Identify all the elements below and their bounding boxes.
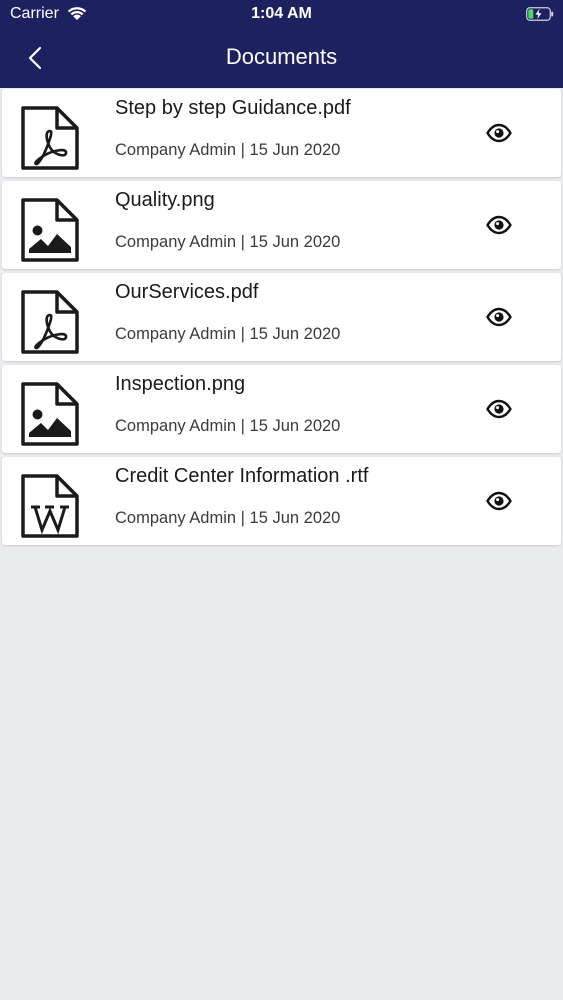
pdf-file-icon — [20, 105, 80, 171]
navigation-bar: Documents — [0, 30, 563, 88]
eye-icon[interactable] — [486, 398, 512, 420]
document-meta: Company Admin | 15 Jun 2020 — [115, 141, 341, 159]
document-name: Quality.png — [115, 189, 215, 211]
status-bar: Carrier 1:04 AM — [0, 0, 563, 30]
document-row[interactable]: OurServices.pdf Company Admin | 15 Jun 2… — [2, 273, 561, 361]
image-file-icon — [20, 381, 80, 447]
document-meta: Company Admin | 15 Jun 2020 — [115, 233, 341, 251]
document-meta: Company Admin | 15 Jun 2020 — [115, 325, 341, 343]
image-file-icon — [20, 197, 80, 263]
document-row[interactable]: Step by step Guidance.pdf Company Admin … — [2, 89, 561, 177]
document-list: Step by step Guidance.pdf Company Admin … — [2, 89, 561, 549]
battery-charging-icon — [526, 7, 554, 21]
eye-icon[interactable] — [486, 122, 512, 144]
document-name: OurServices.pdf — [115, 281, 259, 303]
document-row[interactable]: Quality.png Company Admin | 15 Jun 2020 — [2, 181, 561, 269]
document-row[interactable]: Inspection.png Company Admin | 15 Jun 20… — [2, 365, 561, 453]
document-name: Credit Center Information .rtf — [115, 465, 369, 487]
document-meta: Company Admin | 15 Jun 2020 — [115, 417, 341, 435]
document-row[interactable]: Credit Center Information .rtf Company A… — [2, 457, 561, 545]
top-bar: Carrier 1:04 AM Documents — [0, 0, 563, 88]
eye-icon[interactable] — [486, 306, 512, 328]
document-name: Step by step Guidance.pdf — [115, 97, 351, 119]
eye-icon[interactable] — [486, 490, 512, 512]
eye-icon[interactable] — [486, 214, 512, 236]
document-meta: Company Admin | 15 Jun 2020 — [115, 509, 341, 527]
document-name: Inspection.png — [115, 373, 246, 395]
status-time: 1:04 AM — [251, 5, 312, 22]
pdf-file-icon — [20, 289, 80, 355]
word-file-icon — [20, 473, 80, 539]
page-title: Documents — [225, 44, 338, 69]
